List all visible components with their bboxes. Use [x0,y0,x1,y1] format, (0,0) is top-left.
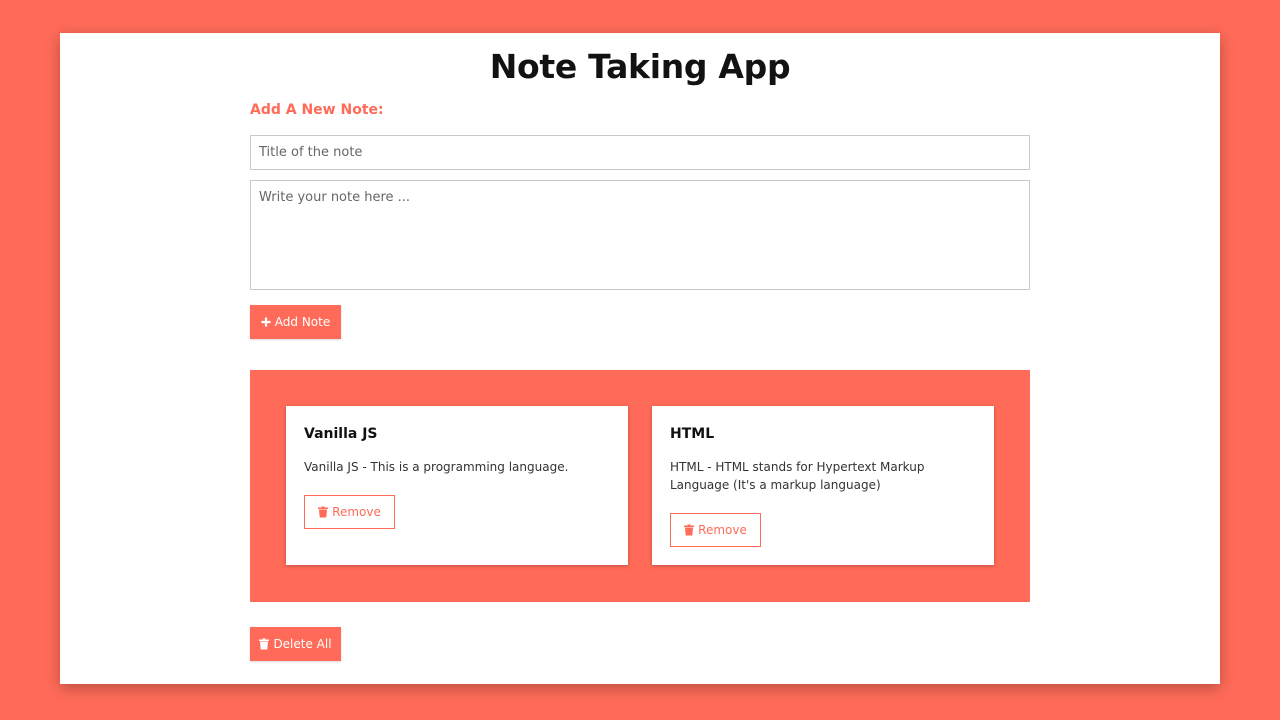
add-note-button[interactable]: Add Note [250,305,341,339]
plus-icon [261,317,271,327]
remove-label: Remove [332,505,381,519]
note-title: Vanilla JS [304,426,378,442]
note-text: Vanilla JS - This is a programming langu… [304,460,569,474]
note-card: HTML HTML - HTML stands for Hypertext Ma… [652,406,994,565]
delete-all-label: Delete All [273,637,332,651]
trash-icon [684,524,695,536]
delete-all-button[interactable]: Delete All [250,627,341,661]
note-card: Vanilla JS Vanilla JS - This is a progra… [286,406,628,565]
app-container: Note Taking App Add A New Note: Add Note… [60,33,1220,684]
note-title-input[interactable] [250,135,1030,170]
note-title: HTML [670,426,715,442]
note-body-textarea[interactable] [250,180,1030,290]
notes-container: Vanilla JS Vanilla JS - This is a progra… [250,370,1030,602]
add-note-label: Add Note [274,315,331,329]
remove-label: Remove [698,523,747,537]
remove-note-button[interactable]: Remove [304,495,395,529]
trash-icon [259,638,270,650]
add-note-heading: Add A New Note: [250,102,384,118]
app-title: Note Taking App [489,47,791,86]
trash-icon [318,506,329,518]
note-text: HTML - HTML stands for Hypertext Markup … [670,460,925,492]
remove-note-button[interactable]: Remove [670,513,761,547]
